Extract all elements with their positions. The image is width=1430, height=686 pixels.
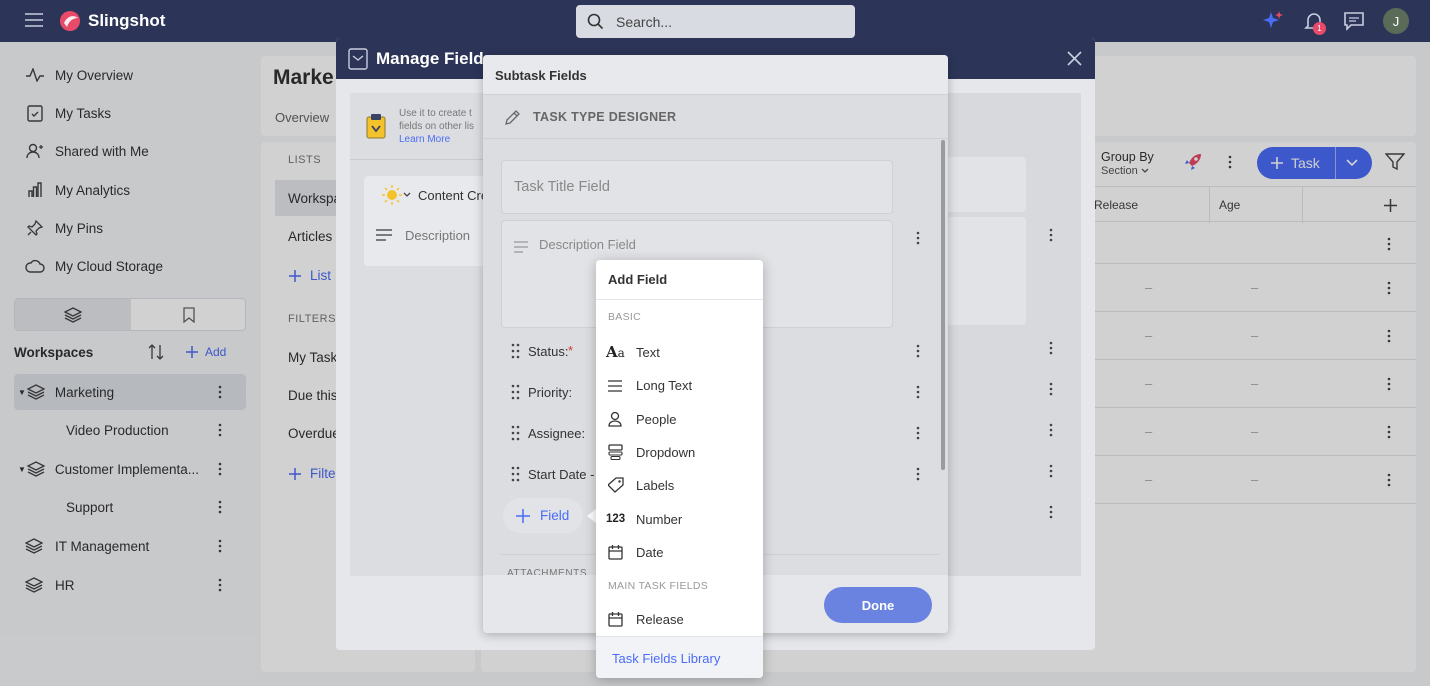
close-icon[interactable] [1067,51,1082,66]
modal-title: Manage Fields [376,49,494,68]
chevron-down-icon[interactable] [403,192,411,198]
description-label: Description [405,228,471,243]
field-label: Start Date - [528,467,595,482]
calendar-icon [608,544,623,560]
task-fields-library-link[interactable]: Task Fields Library [612,651,720,666]
menu-item-label: Number [636,512,683,527]
subtask-modal-title: Subtask Fields [495,68,587,83]
task-title-placeholder: Task Title Field [514,179,610,195]
tag-icon [608,477,624,493]
more-vertical-icon[interactable] [1049,382,1053,396]
search-icon [587,13,604,30]
basic-section-header: BASIC [608,311,642,323]
long-text-icon [376,229,392,241]
slingshot-logo-icon [58,9,82,33]
add-field-menu-title: Add Field [608,272,668,287]
top-bar: Slingshot Search... 1 J [0,0,1430,42]
drag-handle-icon[interactable] [511,384,521,400]
menu-item-number[interactable]: 123 Number [596,505,763,533]
menu-item-label: Release [636,612,684,627]
add-field-button[interactable]: Field [503,498,583,533]
sun-icon [381,184,403,206]
menu-item-label: Labels [636,478,675,493]
task-title-field[interactable]: Task Title Field [501,160,893,214]
dropdown-icon [608,444,623,460]
menu-item-label: Long Text [636,378,693,393]
more-vertical-icon[interactable] [1049,423,1053,437]
chat-icon[interactable] [1343,11,1365,31]
more-vertical-icon[interactable] [1049,341,1053,355]
more-vertical-icon[interactable] [1049,505,1053,519]
more-vertical-icon[interactable] [916,426,920,440]
long-text-icon [608,380,622,392]
done-button[interactable]: Done [824,587,932,623]
calendar-icon [608,611,623,627]
person-icon [608,411,622,427]
scrollbar-thumb[interactable] [941,140,945,470]
info-text: fields on other lis [399,121,475,132]
more-vertical-icon[interactable] [916,231,920,245]
more-vertical-icon[interactable] [916,467,920,481]
menu-item-label: People [636,412,677,427]
add-field-menu-header: Add Field [596,260,763,300]
pencil-icon [504,109,521,126]
manage-fields-left-column: Use it to create t fields on other lis L… [350,93,490,576]
designer-bar: TASK TYPE DESIGNER [483,95,948,139]
learn-more-link[interactable]: Learn More [399,134,450,145]
menu-item-label: Dropdown [636,445,696,460]
menu-item-text[interactable]: Aa Text [596,338,763,366]
text-icon: Aa [606,343,625,361]
hamburger-menu-icon[interactable] [25,12,43,28]
more-vertical-icon[interactable] [1049,464,1053,478]
task-fields-library-footer: Task Fields Library [596,636,763,678]
field-preview-card: Content Cre Description [364,176,490,266]
more-vertical-icon[interactable] [1049,228,1053,242]
designer-label: TASK TYPE DESIGNER [533,110,677,124]
drag-handle-icon[interactable] [511,343,521,359]
scrollbar-track[interactable] [941,140,945,470]
menu-item-long-text[interactable]: Long Text [596,371,763,399]
field-label: Status: [528,344,569,359]
number-icon: 123 [606,513,626,525]
notification-count-badge: 1 [1313,22,1326,35]
clipboard-icon [365,113,387,139]
drag-handle-icon[interactable] [511,425,521,441]
attachments-section: ATTACHMENTS [507,567,597,575]
search-input[interactable]: Search... [616,14,672,30]
user-avatar[interactable]: J [1383,8,1409,34]
add-field-label: Field [540,508,570,523]
field-label: Assignee: [528,426,586,441]
form-icon [348,48,368,70]
menu-item-release[interactable]: Release [596,605,763,633]
drag-handle-icon[interactable] [511,466,521,482]
menu-item-people[interactable]: People [596,405,763,433]
long-text-icon [514,241,528,253]
more-vertical-icon[interactable] [916,344,920,358]
menu-item-dropdown[interactable]: Dropdown [596,438,763,466]
field-label: Priority: [528,385,573,400]
app-name: Slingshot [88,11,166,30]
add-field-menu: Add Field BASIC Aa Text Long Text People… [596,260,763,678]
search-box[interactable]: Search... [576,5,855,38]
field-row-placeholder [946,157,1026,212]
divider [350,159,490,160]
menu-item-date[interactable]: Date [596,538,763,566]
more-vertical-icon[interactable] [916,385,920,399]
ai-sparkle-icon[interactable] [1261,9,1285,33]
field-row-placeholder [946,217,1026,325]
menu-item-label: Text [636,345,660,360]
menu-item-labels[interactable]: Labels [596,471,763,499]
content-label: Content Cre [418,188,489,203]
info-text: Use it to create t [399,108,472,119]
plus-icon [515,508,531,524]
description-placeholder: Description Field [539,237,636,252]
main-task-fields-header: MAIN TASK FIELDS [608,580,709,592]
menu-pointer [587,509,596,523]
required-marker: * [568,343,574,358]
subtask-modal-header: Subtask Fields [483,55,948,95]
menu-item-label: Date [636,545,664,560]
attachments-label: ATTACHMENTS [507,568,588,575]
